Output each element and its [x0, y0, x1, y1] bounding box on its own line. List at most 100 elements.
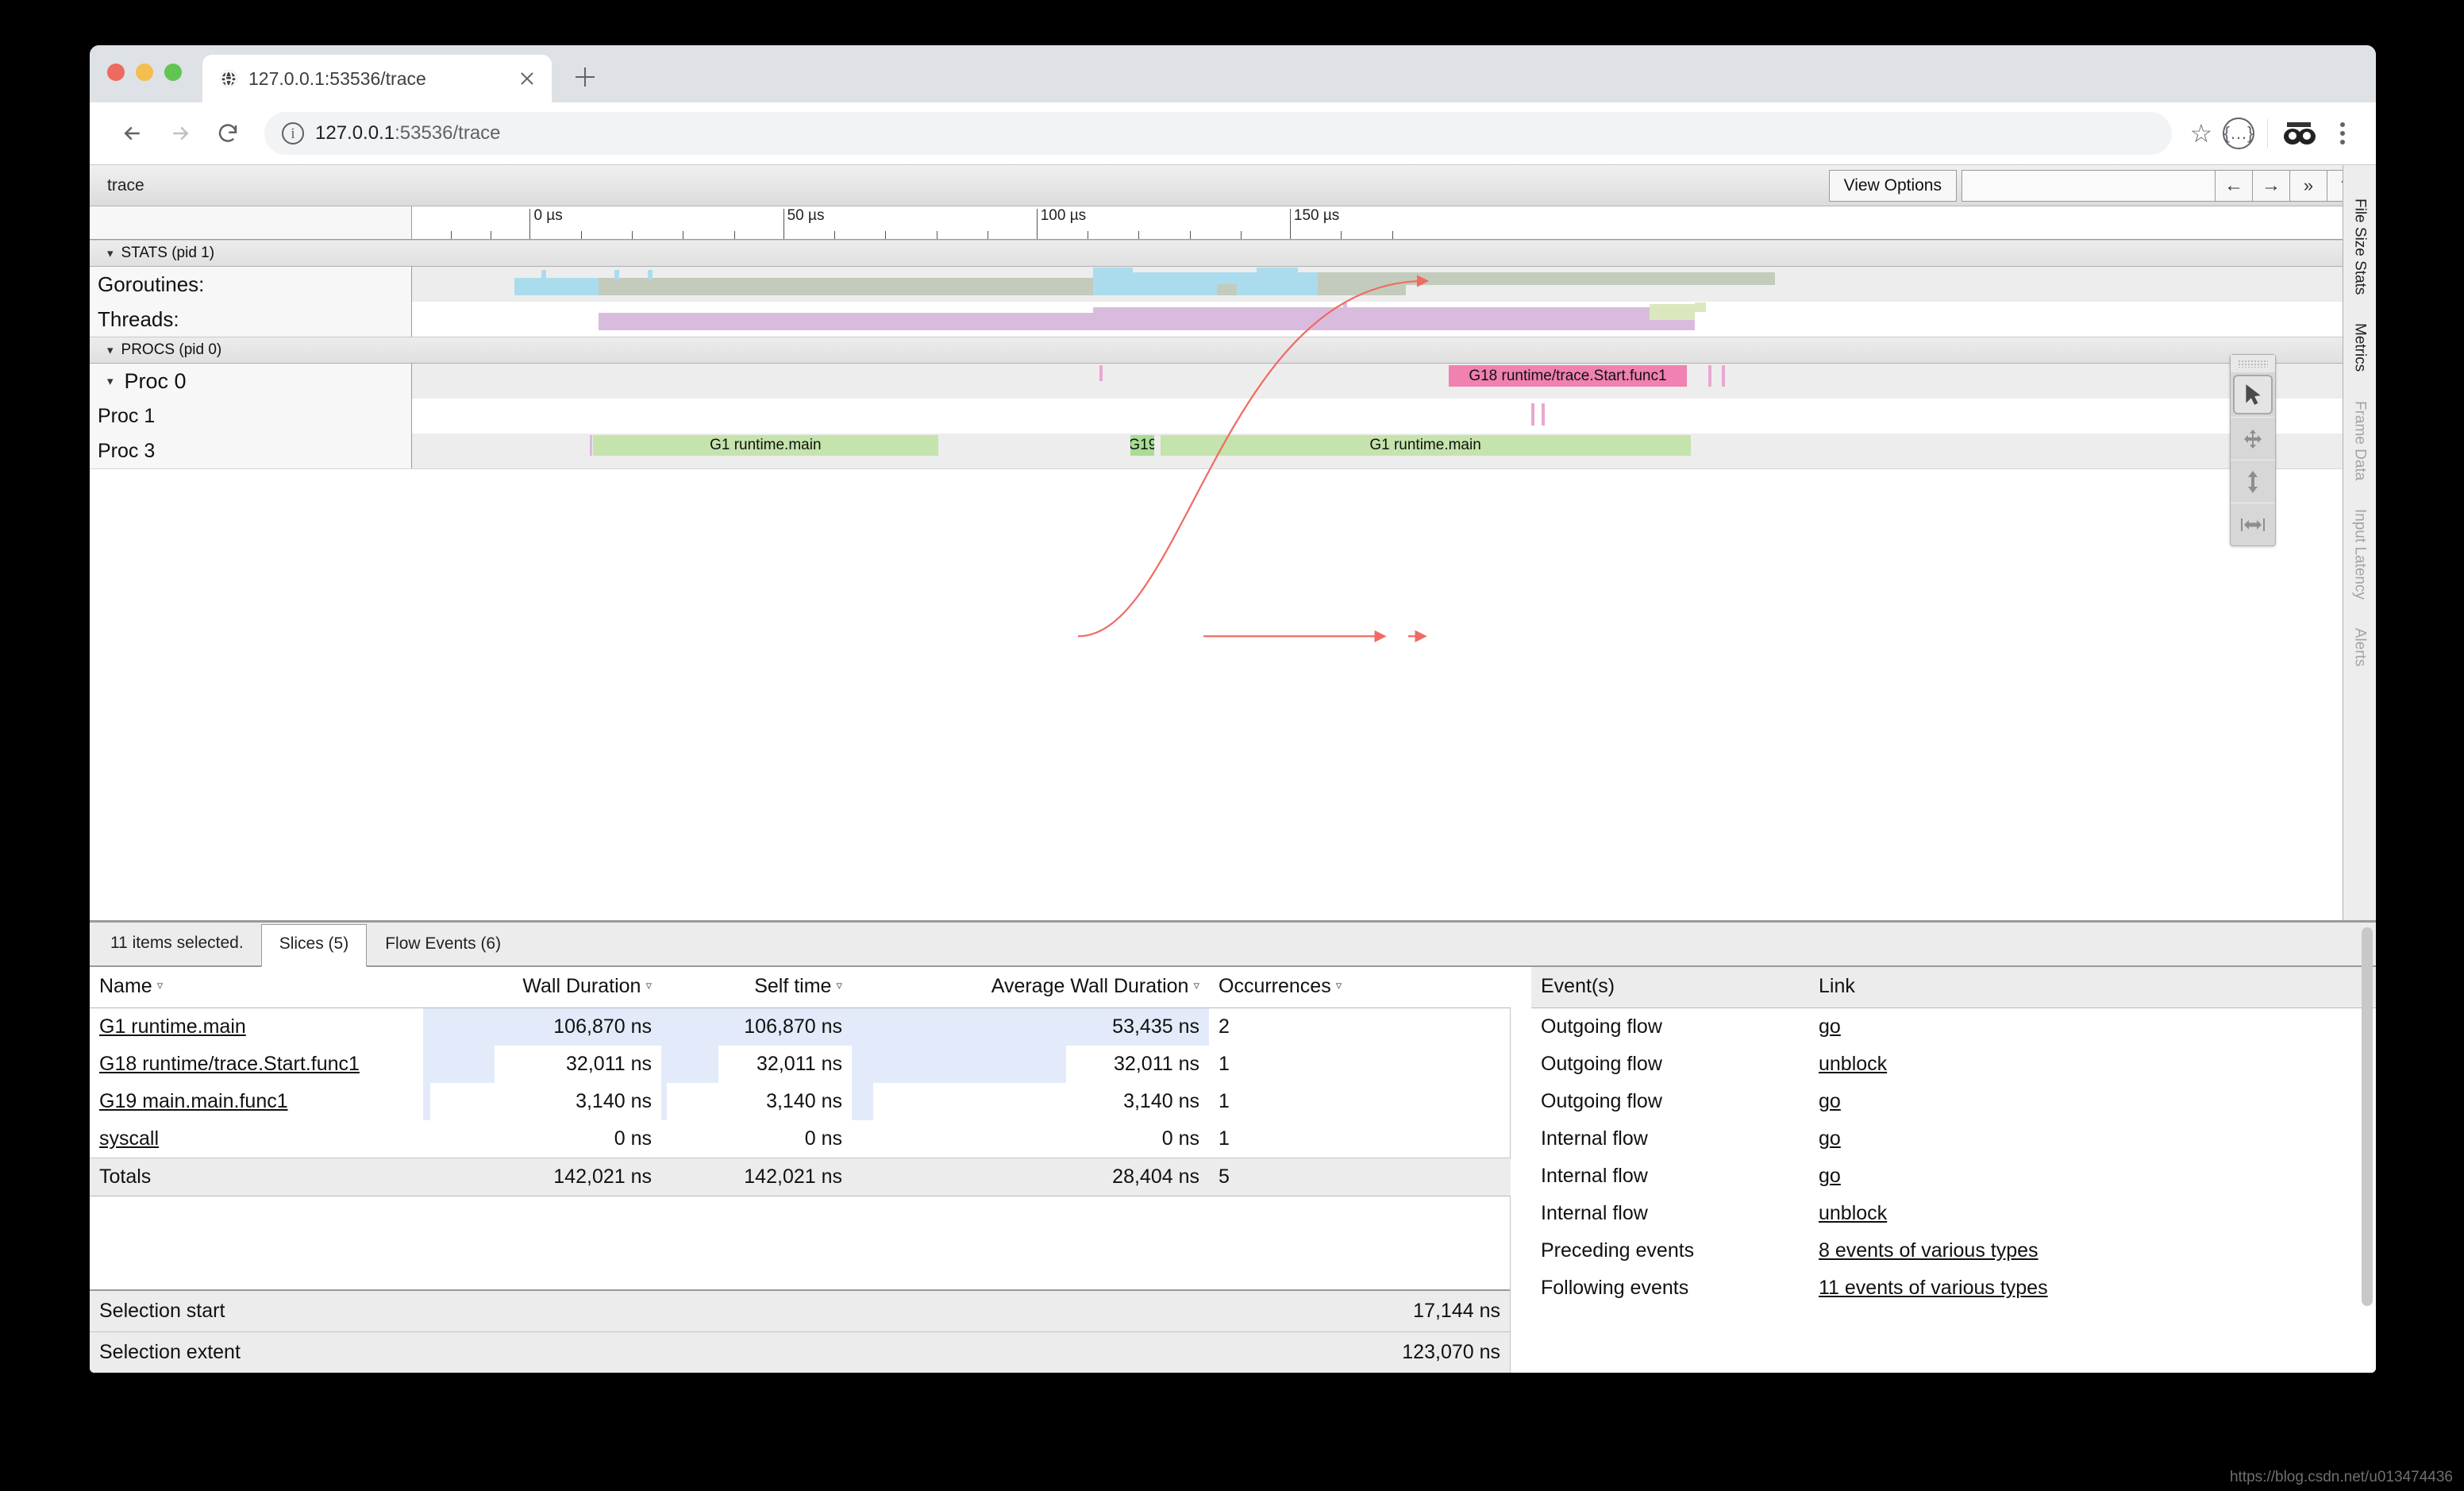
side-tab-file-size-stats[interactable]: File Size Stats	[2348, 187, 2372, 306]
chevron-down-icon[interactable]: ▾	[107, 343, 114, 357]
event-link[interactable]: go	[1819, 1015, 1841, 1038]
event-link[interactable]: 8 events of various types	[1819, 1239, 2039, 1262]
track-row-proc-0[interactable]: ▾ Proc 0 G18 runtime/trace.Start.func1	[90, 364, 2376, 399]
chevron-down-icon[interactable]: ▾	[107, 246, 114, 260]
column-header-occurrences[interactable]: Occurrences ▿	[1209, 967, 1511, 1008]
column-header-wall-duration[interactable]: Wall Duration ▿	[423, 967, 661, 1008]
track-row-threads[interactable]: Threads:	[90, 302, 2376, 337]
table-row[interactable]: G1 runtime.main 106,870 ns 106,870 ns 53,43…	[90, 1008, 1511, 1046]
browser-menu-icon[interactable]	[2328, 122, 2357, 144]
slice-name-cell[interactable]: G19 main.main.func1	[90, 1083, 423, 1120]
goroutines-slice[interactable]	[1093, 268, 1133, 295]
event-link[interactable]: unblock	[1819, 1053, 1887, 1075]
vertical-zoom-tool-button[interactable]	[2231, 460, 2275, 503]
analysis-panel-scrollbar[interactable]	[2362, 927, 2373, 1368]
proc-3-slice[interactable]: G1 runtime.main	[1160, 435, 1691, 456]
side-tab-metrics[interactable]: Metrics	[2348, 312, 2372, 383]
track-canvas-proc-1[interactable]	[412, 399, 2376, 433]
horizontal-resize-tool-button[interactable]	[2231, 503, 2275, 545]
table-row[interactable]: G18 runtime/trace.Start.func1 32,011 ns 32…	[90, 1046, 1511, 1083]
proc-0-slice[interactable]	[1707, 365, 1711, 387]
event-link[interactable]: go	[1819, 1165, 1841, 1187]
side-tab-frame-data[interactable]: Frame Data	[2348, 390, 2372, 491]
pan-tool-button[interactable]	[2231, 417, 2275, 460]
event-link-cell[interactable]: go	[1809, 1158, 2376, 1195]
column-header-average-wall-duration[interactable]: Average Wall Duration ▿	[852, 967, 1209, 1008]
threads-slice[interactable]	[1342, 302, 1347, 314]
table-row[interactable]: G19 main.main.func1 3,140 ns 3,140 ns 3,140…	[90, 1083, 1511, 1120]
tab-flow-events[interactable]: Flow Events (6)	[367, 924, 519, 965]
scrollbar-thumb[interactable]	[2362, 927, 2373, 1307]
goroutines-slice[interactable]	[647, 270, 653, 279]
maximize-window-button[interactable]	[164, 64, 182, 81]
threads-slice[interactable]	[599, 313, 1094, 330]
proc-1-slice[interactable]	[1531, 403, 1535, 426]
event-link[interactable]: go	[1819, 1090, 1841, 1112]
slice-name-cell[interactable]: G18 runtime/trace.Start.func1	[90, 1046, 423, 1083]
group-header-stats[interactable]: ▾ STATS (pid 1)	[90, 240, 2376, 267]
trace-search-input[interactable]	[1962, 169, 2216, 202]
search-prev-button[interactable]: ←	[2215, 169, 2253, 202]
track-row-proc-3[interactable]: Proc 3 G1 runtime.main G19 G1 runtime.main	[90, 433, 2376, 468]
event-link-cell[interactable]: go	[1809, 1120, 2376, 1158]
extensions-icon[interactable]: {…}	[2223, 118, 2254, 149]
sort-caret-icon[interactable]: ▿	[1193, 979, 1199, 992]
proc-0-slice[interactable]	[1722, 365, 1726, 387]
track-row-proc-1[interactable]: Proc 1	[90, 399, 2376, 433]
track-canvas-proc-0[interactable]: G18 runtime/trace.Start.func1	[412, 364, 2376, 399]
goroutines-slice[interactable]	[1256, 268, 1298, 295]
site-info-icon[interactable]: i	[282, 122, 304, 144]
close-window-button[interactable]	[107, 64, 125, 81]
track-canvas-proc-3[interactable]: G1 runtime.main G19 G1 runtime.main	[412, 433, 2376, 468]
slice-name-link[interactable]: G19 main.main.func1	[99, 1090, 288, 1112]
event-link[interactable]: 11 events of various types	[1819, 1277, 2048, 1299]
sort-caret-icon[interactable]: ▿	[157, 979, 164, 992]
sort-caret-icon[interactable]: ▿	[645, 979, 652, 992]
proc-0-slice[interactable]: G18 runtime/trace.Start.func1	[1449, 365, 1687, 387]
tab-close-icon[interactable]	[515, 67, 539, 91]
sort-caret-icon[interactable]: ▿	[1336, 979, 1342, 992]
back-button[interactable]	[110, 111, 155, 156]
tab-slices[interactable]: Slices (5)	[260, 924, 368, 967]
sort-caret-icon[interactable]: ▿	[836, 979, 842, 992]
forward-button[interactable]	[158, 111, 202, 156]
threads-slice[interactable]	[1649, 304, 1695, 320]
proc-1-slice[interactable]	[1541, 403, 1545, 426]
track-canvas-goroutines[interactable]	[412, 267, 2376, 302]
track-canvas-threads[interactable]	[412, 302, 2376, 337]
slice-name-cell[interactable]: G1 runtime.main	[90, 1008, 423, 1046]
palette-drag-handle[interactable]	[2231, 355, 2275, 372]
reload-button[interactable]	[206, 111, 250, 156]
timeline-ruler[interactable]: 0 µs 50 µs 100 µs 150 µs	[90, 206, 2376, 240]
ruler-canvas[interactable]: 0 µs 50 µs 100 µs 150 µs	[412, 206, 2376, 239]
proc-3-slice[interactable]: G1 runtime.main	[592, 435, 939, 456]
proc-3-slice[interactable]: G19	[1130, 435, 1155, 456]
goroutines-slice[interactable]	[541, 270, 547, 279]
goroutines-slice[interactable]	[614, 270, 619, 279]
threads-slice[interactable]	[1694, 302, 1707, 312]
slice-name-link[interactable]: syscall	[99, 1127, 159, 1150]
column-header-self-time[interactable]: Self time ▿	[661, 967, 852, 1008]
group-header-procs[interactable]: ▾ PROCS (pid 0)	[90, 337, 2376, 364]
new-tab-button[interactable]	[571, 63, 599, 91]
event-link-cell[interactable]: 11 events of various types	[1809, 1269, 2376, 1307]
overflow-button[interactable]: »	[2289, 169, 2327, 202]
proc-0-slice[interactable]	[1099, 365, 1103, 381]
chevron-down-icon[interactable]: ▾	[107, 374, 114, 388]
event-link-cell[interactable]: unblock	[1809, 1195, 2376, 1232]
omnibox[interactable]: i 127.0.0.1:53536/trace	[264, 112, 2172, 155]
minimize-window-button[interactable]	[136, 64, 153, 81]
select-tool-button[interactable]	[2233, 375, 2273, 414]
goroutines-slice[interactable]	[1217, 284, 1238, 295]
slice-name-link[interactable]: G18 runtime/trace.Start.func1	[99, 1053, 360, 1075]
event-link-cell[interactable]: go	[1809, 1083, 2376, 1120]
slice-name-cell[interactable]: syscall	[90, 1120, 423, 1158]
view-options-button[interactable]: View Options	[1828, 169, 1957, 202]
event-link-cell[interactable]: go	[1809, 1008, 2376, 1046]
search-next-button[interactable]: →	[2252, 169, 2290, 202]
event-link-cell[interactable]: 8 events of various types	[1809, 1232, 2376, 1269]
browser-tab[interactable]: 127.0.0.1:53536/trace	[202, 55, 552, 102]
event-link-cell[interactable]: unblock	[1809, 1046, 2376, 1083]
threads-slice[interactable]	[1093, 307, 1695, 330]
goroutines-slice[interactable]	[1317, 272, 1775, 285]
